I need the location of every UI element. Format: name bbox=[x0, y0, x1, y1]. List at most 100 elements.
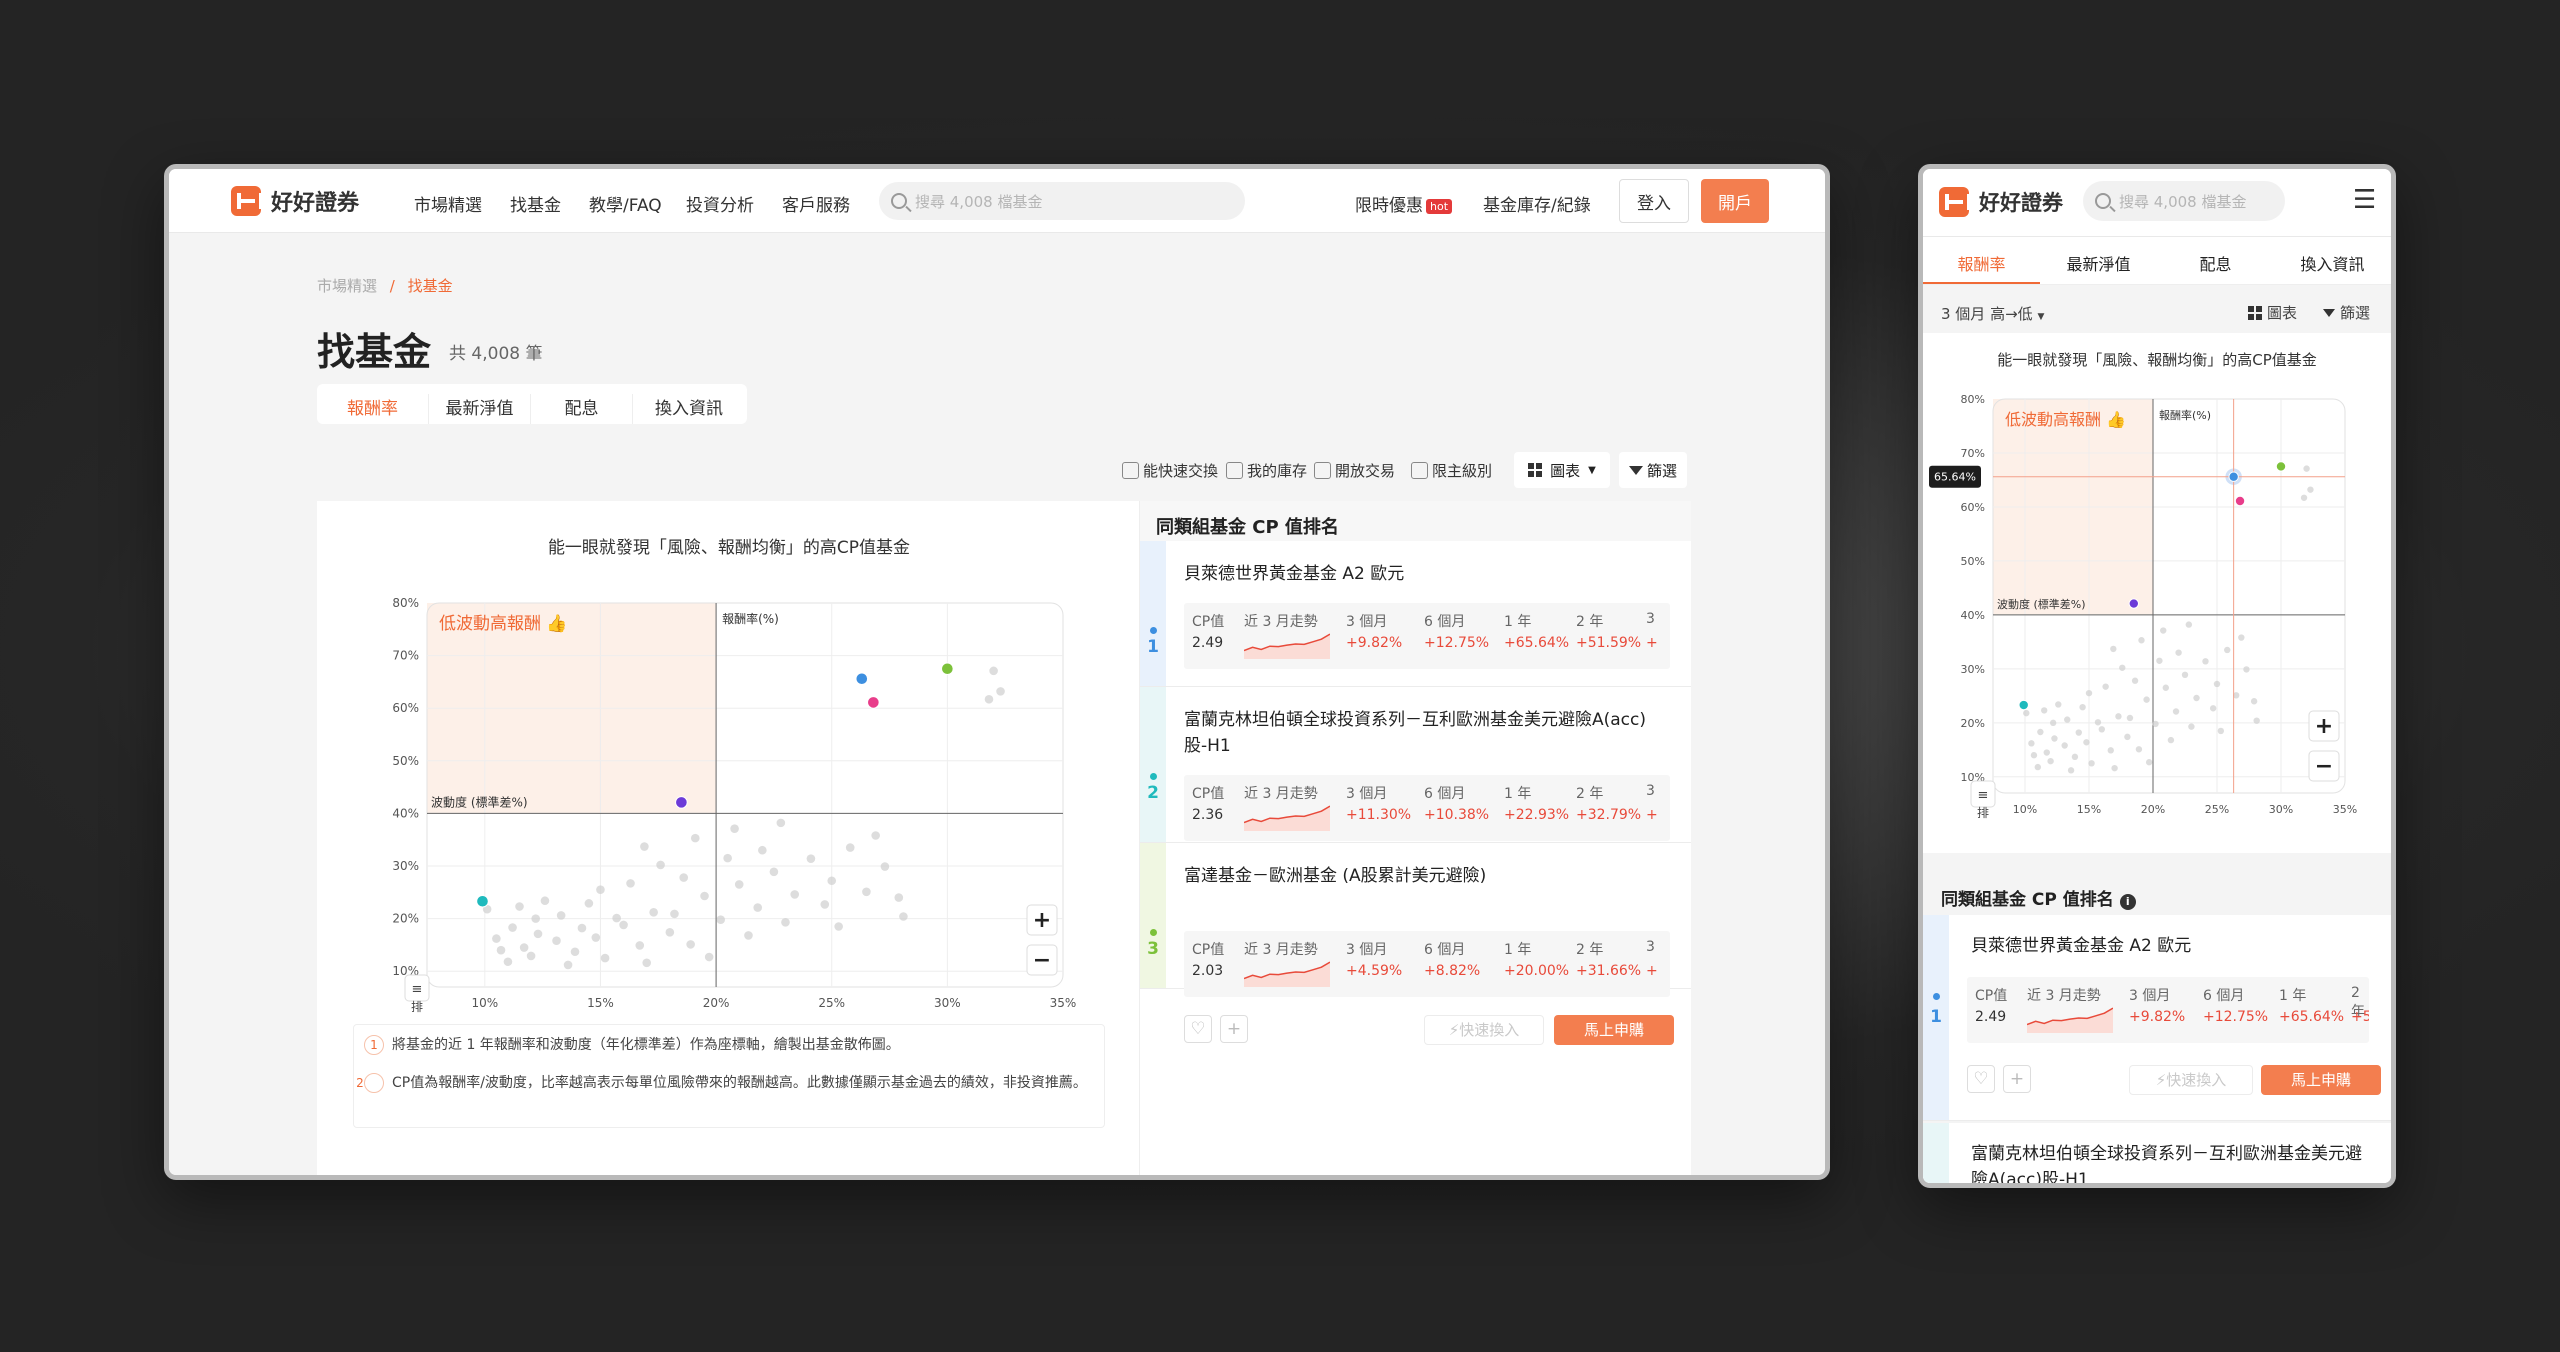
subscribe-button[interactable]: 馬上申購 bbox=[2261, 1065, 2381, 1095]
tab-switch-info[interactable]: 換入資訊 bbox=[2274, 237, 2391, 284]
top-nav: 好好證券 市場精選 找基金 教學/FAQ 投資分析 客戶服務 搜尋 4,008 … bbox=[169, 169, 1825, 233]
tab-nav[interactable]: 最新淨值 bbox=[2040, 237, 2157, 284]
login-button[interactable]: 登入 bbox=[1619, 179, 1689, 223]
fund-point bbox=[2075, 729, 2082, 736]
search-input[interactable]: 搜尋 4,008 檔基金 bbox=[879, 182, 1245, 220]
subscribe-button[interactable]: 馬上申購 bbox=[1554, 1015, 1674, 1045]
brand-logo[interactable]: 好好證券 bbox=[1939, 187, 2063, 217]
rank-card[interactable]: 3 富達基金－歐洲基金 (A股累計美元避險) CP值 近 3 月走勢 3 個月 6 個月 1… bbox=[1140, 843, 1691, 1045]
stats-strip: CP值 近 3 月走勢 3 個月 6 個月 1 年 2 年 3 2.03 +4.59% +8.82… bbox=[1184, 931, 1670, 997]
checkbox-icon bbox=[1226, 462, 1243, 479]
fund-point bbox=[899, 912, 908, 921]
filter-my-holdings[interactable]: 我的庫存 bbox=[1226, 460, 1307, 481]
nav-analysis[interactable]: 投資分析 bbox=[686, 191, 754, 216]
rank-card[interactable]: 2富蘭克林坦伯頓全球投資系列－互利歐洲基金美元避險A(acc)股-H1CP值近 … bbox=[1923, 1123, 2391, 1183]
favorite-heart-icon[interactable]: ♡ bbox=[1967, 1065, 1995, 1093]
library-link[interactable]: 基金庫存/紀錄 bbox=[1483, 191, 1591, 216]
top-fund-point bbox=[476, 894, 489, 908]
nav-service[interactable]: 客戶服務 bbox=[782, 191, 850, 216]
stat-label: 1 年 bbox=[1504, 614, 1532, 630]
rank-toggle-label: 排 bbox=[411, 1000, 423, 1014]
mobile-search-input[interactable]: 搜尋 4,008 檔基金 bbox=[2083, 181, 2285, 221]
mobile-scatter-chart[interactable]: 10% 15% 20% 25% 30% 35%10%20%30%40%50%60%70%8… bbox=[1923, 387, 2391, 847]
fund-point bbox=[2083, 739, 2090, 746]
quick-switch-button[interactable]: ⚡快速換入 bbox=[2129, 1065, 2253, 1095]
fund-name[interactable]: 貝萊德世界黃金基金 A2 歐元 bbox=[1971, 933, 2369, 959]
rank-card[interactable]: 2富蘭克林坦伯頓全球投資系列－互利歐洲基金美元避險A(acc)股-H1CP值近 … bbox=[1140, 687, 1691, 889]
fund-point bbox=[552, 936, 561, 946]
open-account-button[interactable]: 開戶 bbox=[1701, 179, 1769, 223]
filter-button[interactable]: 篩選 bbox=[2323, 302, 2370, 323]
fund-point bbox=[2145, 759, 2153, 766]
fund-name[interactable]: 富達基金－歐洲基金 (A股累計美元避險) bbox=[1184, 863, 1656, 889]
fund-point bbox=[2064, 716, 2071, 723]
add-compare-icon[interactable]: + bbox=[2003, 1065, 2031, 1093]
breadcrumb-market[interactable]: 市場精選 bbox=[317, 277, 377, 295]
fund-point bbox=[2071, 753, 2079, 761]
tab-nav[interactable]: 最新淨值 bbox=[429, 394, 531, 424]
zoom-in-button-label: + bbox=[2315, 714, 2333, 739]
fund-point bbox=[894, 893, 904, 902]
fund-name[interactable]: 貝萊德世界黃金基金 A2 歐元 bbox=[1184, 561, 1656, 587]
fund-point bbox=[996, 687, 1005, 696]
fund-point bbox=[2202, 658, 2209, 665]
fund-point bbox=[827, 876, 837, 886]
mobile-rank-title: 同類組基金 CP 值排名 i bbox=[1941, 885, 2136, 910]
fund-point bbox=[2238, 634, 2245, 641]
menu-icon[interactable]: ☰ bbox=[2353, 185, 2376, 215]
info-icon[interactable]: i bbox=[2119, 894, 2136, 910]
trend-sparkline bbox=[2027, 1007, 2113, 1033]
brand-logo[interactable]: 好好證券 bbox=[231, 185, 359, 217]
add-compare-icon[interactable]: + bbox=[1220, 1015, 1248, 1043]
tab-dividend[interactable]: 配息 bbox=[531, 394, 633, 424]
tab-switch-info[interactable]: 換入資訊 bbox=[633, 394, 745, 424]
view-chart-dropdown[interactable]: 圖表 ▼ bbox=[1514, 452, 1610, 488]
fund-point bbox=[533, 929, 543, 939]
top-fund-point bbox=[2128, 598, 2140, 609]
tab-return[interactable]: 報酬率 bbox=[1923, 237, 2040, 284]
sort-dropdown[interactable]: 3 個月 高→低 ▼ bbox=[1941, 303, 2044, 324]
return-m6: +10.38% bbox=[1424, 807, 1490, 823]
fund-point bbox=[2126, 714, 2134, 722]
fund-point bbox=[2049, 719, 2057, 727]
fund-point bbox=[679, 873, 689, 882]
favorite-heart-icon[interactable]: ♡ bbox=[1184, 1015, 1212, 1043]
x-tick-label: 30% bbox=[934, 996, 961, 1010]
y-tick-label: 60% bbox=[1961, 501, 1985, 514]
logo-icon bbox=[1939, 187, 1971, 217]
fund-point bbox=[2156, 657, 2163, 664]
fund-point bbox=[806, 854, 816, 863]
filter-main-class[interactable]: 限主級別 bbox=[1411, 460, 1492, 481]
view-chart-toggle[interactable]: 圖表 bbox=[2248, 302, 2297, 323]
fund-name[interactable]: 富蘭克林坦伯頓全球投資系列－互利歐洲基金美元避險A(acc)股-H1 bbox=[1971, 1141, 2369, 1183]
x-tick-label: 35% bbox=[2333, 803, 2357, 816]
fund-point bbox=[2217, 727, 2225, 735]
quick-switch-button[interactable]: ⚡快速換入 bbox=[1424, 1015, 1544, 1045]
rank-card[interactable]: 1 貝萊德世界黃金基金 A2 歐元 CP值近 3 月走勢 3 個月 6 個月 1 年2 年… bbox=[1140, 541, 1691, 717]
return-y2: +31.66% bbox=[1576, 963, 1642, 979]
filter-open-trade[interactable]: 開放交易 bbox=[1314, 460, 1395, 481]
note-2: 2 CP值為報酬率/波動度，比率越高表示每單位風險帶來的報酬越高。此數據僅顯示基金… bbox=[356, 1073, 1087, 1093]
scatter-chart[interactable]: 10% 15% 20% 25% 30% 35%10%20%30%40%50%60%70%8… bbox=[317, 571, 1077, 1031]
tab-bar: 報酬率 最新淨值 配息 換入資訊 bbox=[317, 384, 747, 424]
nav-find-fund[interactable]: 找基金 bbox=[510, 191, 561, 216]
stat-label: 3 bbox=[1646, 939, 1655, 955]
fund-point bbox=[2043, 749, 2050, 756]
fund-point bbox=[626, 879, 635, 888]
mobile-window: 好好證券 搜尋 4,008 檔基金 ☰ 報酬率 最新淨值 配息 換入資訊 3 個… bbox=[1918, 164, 2396, 1188]
rank-card[interactable]: 1 貝萊德世界黃金基金 A2 歐元 CP值近 3 月走勢 3 個月 6 個月 1 年2 年… bbox=[1923, 915, 2391, 1121]
filter-button[interactable]: 篩選 bbox=[1619, 452, 1687, 488]
filter-fast-switch[interactable]: 能快速交換 bbox=[1122, 460, 1218, 481]
nav-market[interactable]: 市場精選 bbox=[414, 191, 482, 216]
page-title: 找基金 bbox=[317, 330, 432, 374]
fund-point bbox=[2253, 717, 2260, 724]
fund-name[interactable]: 富蘭克林坦伯頓全球投資系列－互利歐洲基金美元避險A(acc)股-H1 bbox=[1184, 707, 1656, 759]
tab-dividend[interactable]: 配息 bbox=[2157, 237, 2274, 284]
mobile-top-nav: 好好證券 搜尋 4,008 檔基金 ☰ bbox=[1923, 169, 2391, 237]
tab-return[interactable]: 報酬率 bbox=[317, 394, 429, 424]
nav-faq[interactable]: 教學/FAQ bbox=[589, 191, 662, 216]
stat-label: 2 年 bbox=[1576, 614, 1604, 630]
chart-title: 能一眼就發現「風險、報酬均衡」的高CP值基金 bbox=[547, 538, 911, 558]
fund-point bbox=[600, 953, 610, 963]
promo-link[interactable]: 限時優惠 hot bbox=[1355, 191, 1453, 216]
